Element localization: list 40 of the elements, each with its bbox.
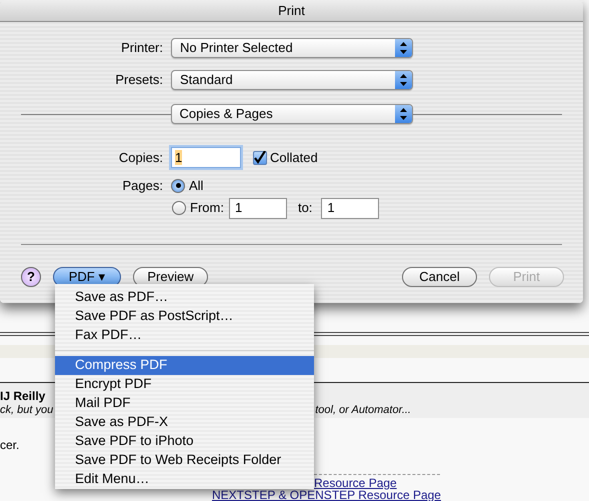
- radio-label: From:: [190, 199, 224, 218]
- menu-item[interactable]: Edit Menu…: [55, 470, 314, 489]
- pane-popup[interactable]: Copies & Pages: [170, 104, 412, 124]
- field-label: to:: [298, 199, 312, 218]
- menu-item[interactable]: Save PDF to Web Receipts Folder: [55, 451, 314, 470]
- checkbox-label: Collated: [270, 148, 318, 167]
- printer-popup[interactable]: No Printer Selected: [171, 38, 413, 58]
- field-label: Copies:: [118, 148, 163, 167]
- dialog-button[interactable]: Preview: [133, 266, 208, 286]
- menu-item[interactable]: Compress PDF: [55, 356, 314, 375]
- to-field[interactable]: 1: [321, 198, 380, 218]
- from-field[interactable]: 1: [228, 198, 287, 218]
- field-label: Pages:: [122, 177, 163, 195]
- help-button[interactable]: ?: [21, 266, 41, 286]
- radio-button[interactable]: [172, 201, 186, 215]
- pdf-menu-button[interactable]: PDF ▾: [53, 266, 121, 286]
- resource-link[interactable]: Resource Page: [314, 476, 397, 490]
- menu-item[interactable]: Save PDF as PostScript…: [55, 307, 314, 326]
- menu-item[interactable]: Save PDF to iPhoto: [55, 432, 314, 451]
- radio-button[interactable]: [171, 178, 185, 193]
- menu-item[interactable]: Mail PDF: [55, 394, 314, 413]
- body-text: cer.: [0, 438, 20, 452]
- copies-field[interactable]: 1: [171, 147, 241, 168]
- field-label: Presets:: [114, 71, 163, 90]
- radio-label: All: [189, 177, 204, 195]
- author-name: IJ Reilly: [0, 389, 46, 403]
- menu-item[interactable]: Encrypt PDF: [55, 375, 314, 394]
- field-label: Printer:: [120, 39, 163, 58]
- menu-item[interactable]: Save as PDF…: [55, 288, 314, 307]
- excerpt-text: tool, or Automator...: [315, 403, 411, 417]
- dialog-button[interactable]: Cancel: [402, 266, 477, 286]
- stepper-arrows-icon: [395, 71, 412, 89]
- presets-popup[interactable]: Standard: [171, 70, 413, 90]
- excerpt-text: ck, but you: [0, 403, 54, 417]
- stepper-arrows-icon: [394, 105, 412, 123]
- menu-item[interactable]: Save as PDF-X: [55, 413, 314, 432]
- menu-item[interactable]: Fax PDF…: [55, 326, 314, 345]
- stepper-arrows-icon: [395, 39, 412, 57]
- collated-checkbox[interactable]: [253, 150, 267, 164]
- window-title: Print: [278, 2, 305, 20]
